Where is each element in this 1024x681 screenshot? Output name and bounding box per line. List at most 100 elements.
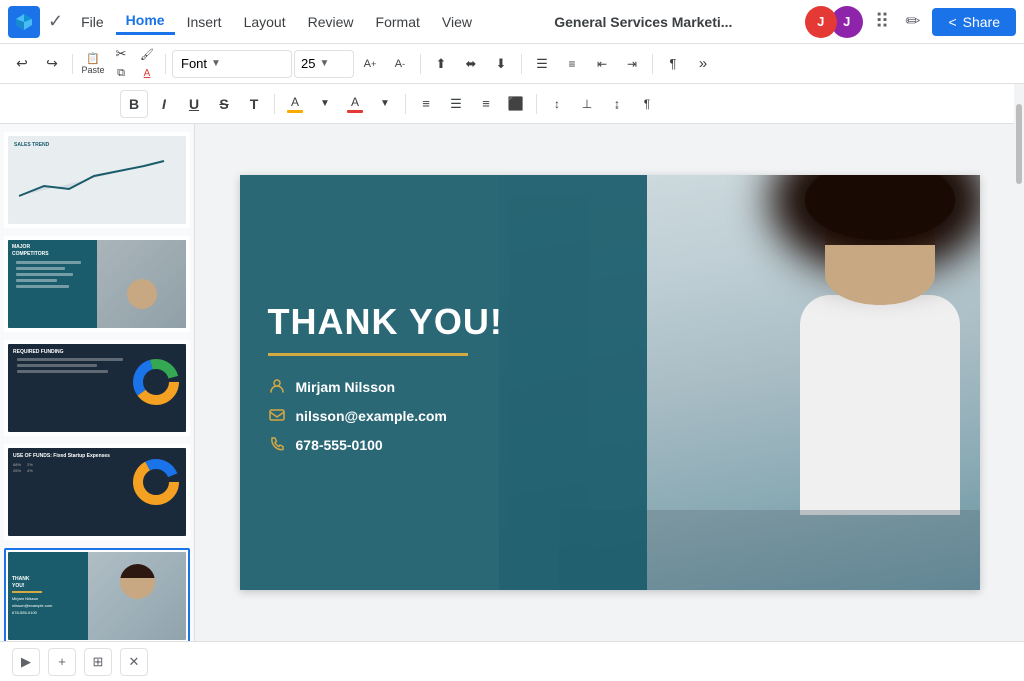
increase-indent-button[interactable]: ⇥ — [618, 50, 646, 78]
clear-format-button[interactable]: A — [135, 64, 159, 82]
slide-thumb-2[interactable]: MAJORCOMPETITORS — [4, 236, 190, 332]
bold-button[interactable]: B — [120, 90, 148, 118]
slide-thumb-5[interactable]: THANKYOU! Mirjam Nilsson nilsson@example… — [4, 548, 190, 641]
person-hair — [805, 175, 955, 240]
person-face — [825, 245, 935, 305]
font-size-decrease-button[interactable]: A- — [386, 50, 414, 78]
divider6 — [274, 94, 275, 114]
contact-name: Mirjam Nilsson — [296, 379, 396, 395]
paste-label: Paste — [81, 65, 104, 75]
nav-view[interactable]: View — [432, 10, 482, 34]
copy-button[interactable]: ⧉ — [109, 64, 133, 82]
person-icon — [268, 378, 286, 397]
paragraph-spacing-button[interactable]: ¶ — [633, 90, 661, 118]
main-slide: THANK YOU! Mirjam Nilsson — [240, 175, 980, 590]
paste-options: ✂ ⧉ — [109, 45, 133, 82]
transform-button[interactable]: T — [240, 90, 268, 118]
format-actions: 🖌 A — [135, 45, 159, 82]
italic-button[interactable]: I — [150, 90, 178, 118]
divider2 — [165, 54, 166, 74]
text-color-dropdown[interactable]: ▼ — [311, 90, 339, 118]
slide-thumb-4[interactable]: USE OF FUNDS: Fixed Startup Expenses 68%… — [4, 444, 190, 540]
slide5-gold-line — [12, 591, 42, 593]
edit-icon[interactable]: ✏ — [901, 7, 924, 36]
document-title: General Services Marketi... — [494, 14, 793, 30]
checkmark-icon[interactable]: ✓ — [48, 11, 63, 32]
contact-phone-row: 678-555-0100 — [268, 436, 619, 455]
highlight-color-button[interactable]: A — [281, 90, 309, 118]
nav-review[interactable]: Review — [298, 10, 364, 34]
paste-icon: 📋 — [86, 52, 100, 65]
paste-button[interactable]: 📋 Paste — [79, 50, 107, 78]
baseline-button[interactable]: ⊥ — [573, 90, 601, 118]
align-center-button[interactable]: ☰ — [442, 90, 470, 118]
contact-email: nilsson@example.com — [296, 408, 447, 424]
underline-button[interactable]: U — [180, 90, 208, 118]
highlight-icon: A — [291, 95, 299, 109]
nav-right-actions: J J ⠿ ✏ < Share — [805, 5, 1016, 38]
phone-icon — [268, 436, 286, 455]
contact-name-row: Mirjam Nilsson — [268, 378, 619, 397]
font-size-increase-button[interactable]: A+ — [356, 50, 384, 78]
top-nav: ✓ File Home Insert Layout Review Format … — [0, 0, 1024, 44]
person-body — [800, 295, 960, 515]
slides-panel: SALES TREND MAJORCOMPETITORS — [0, 124, 195, 641]
divider5 — [652, 54, 653, 74]
slide1-label: SALES TREND — [14, 142, 180, 148]
divider3 — [420, 54, 421, 74]
align-right-button[interactable]: ≡ — [472, 90, 500, 118]
numbered-list-button[interactable]: ≡ — [558, 50, 586, 78]
align-middle-button[interactable]: ⬌ — [457, 50, 485, 78]
font-color-icon: A — [351, 95, 359, 109]
contact-email-row: nilsson@example.com — [268, 407, 619, 426]
vertical-scrollbar[interactable] — [1014, 124, 1024, 534]
share-button[interactable]: < Share — [932, 8, 1016, 36]
slide1-chart — [14, 151, 169, 206]
paragraph-dir-button[interactable]: ¶ — [659, 50, 687, 78]
play-button[interactable]: ▶ — [12, 648, 40, 676]
align-top-button[interactable]: ⬆ — [427, 50, 455, 78]
person-head — [825, 185, 935, 305]
undo-button[interactable]: ↩ — [8, 50, 36, 78]
nav-file[interactable]: File — [71, 10, 114, 34]
avatar-user1[interactable]: J — [805, 6, 837, 38]
bullet-list-button[interactable]: ☰ — [528, 50, 556, 78]
align-justify-button[interactable]: ⬛ — [502, 90, 530, 118]
person-figure — [800, 185, 960, 515]
add-slide-button[interactable]: + — [48, 648, 76, 676]
slide-thumb-1[interactable]: SALES TREND — [4, 132, 190, 228]
apps-grid-icon[interactable]: ⠿ — [871, 5, 894, 38]
font-selector[interactable]: Font ▼ — [172, 50, 292, 78]
slide4-pie — [131, 457, 181, 507]
decrease-indent-button[interactable]: ⇤ — [588, 50, 616, 78]
line-spacing-button[interactable]: ↨ — [603, 90, 631, 118]
app-logo[interactable] — [8, 6, 40, 38]
nav-home[interactable]: Home — [116, 8, 175, 35]
more-options-button[interactable]: » — [689, 50, 717, 78]
content-area: THANK YOU! Mirjam Nilsson — [195, 124, 1024, 641]
email-icon — [268, 407, 286, 426]
font-size-selector[interactable]: 25 ▼ — [294, 50, 354, 78]
teal-content-box: THANK YOU! Mirjam Nilsson — [240, 175, 647, 590]
nav-layout[interactable]: Layout — [234, 10, 296, 34]
grid-view-button[interactable]: ⊞ — [84, 648, 112, 676]
slide-thumb-3[interactable]: REQUIRED FUNDING — [4, 340, 190, 436]
text-fit-button[interactable]: ↕ — [543, 90, 571, 118]
divider1 — [72, 54, 73, 74]
align-bottom-button[interactable]: ⬇ — [487, 50, 515, 78]
delete-slide-button[interactable]: ✕ — [120, 648, 148, 676]
font-color-dropdown[interactable]: ▼ — [371, 90, 399, 118]
gold-divider — [268, 353, 468, 356]
slide5-name-mini: Mirjam Nilsson — [12, 596, 84, 601]
strikethrough-button[interactable]: S — [210, 90, 238, 118]
nav-format[interactable]: Format — [366, 10, 430, 34]
slide3-title: REQUIRED FUNDING — [13, 349, 127, 355]
cut-button[interactable]: ✂ — [109, 45, 133, 63]
font-color-button[interactable]: A — [341, 90, 369, 118]
slide2-title: MAJORCOMPETITORS — [12, 244, 93, 258]
align-left-button[interactable]: ≡ — [412, 90, 440, 118]
nav-insert[interactable]: Insert — [177, 10, 232, 34]
redo-button[interactable]: ↪ — [38, 50, 66, 78]
avatar-group: J J — [805, 6, 863, 38]
format-paint-button[interactable]: 🖌 — [135, 45, 159, 63]
